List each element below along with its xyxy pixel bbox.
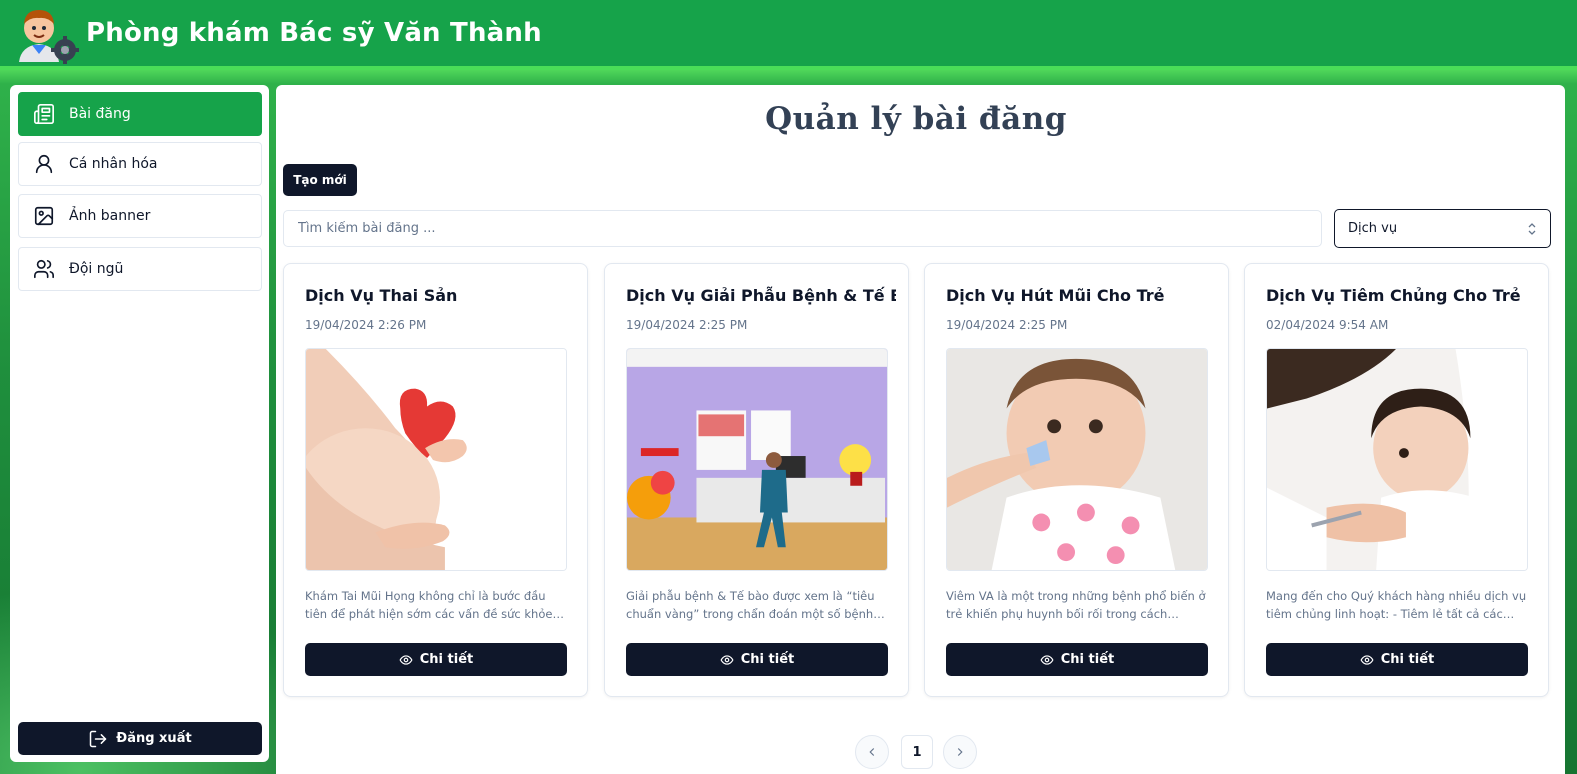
sidebar-item-team[interactable]: Đội ngũ <box>18 247 262 291</box>
post-date: 19/04/2024 2:25 PM <box>626 318 748 332</box>
sidebar-item-label: Ảnh banner <box>69 208 151 224</box>
doctor-logo-icon <box>15 4 79 66</box>
app-header: Phòng khám Bác sỹ Văn Thành <box>0 0 1577 70</box>
post-title: Dịch Vụ Giải Phẫu Bệnh & Tế Bào <box>626 286 896 305</box>
detail-button[interactable]: Chi tiết <box>626 643 888 676</box>
users-icon <box>34 259 54 279</box>
post-excerpt: Mang đến cho Quý khách hàng nhiều dịch v… <box>1266 589 1527 621</box>
sidebar-item-label: Bài đăng <box>69 106 131 122</box>
post-date: 19/04/2024 2:25 PM <box>946 318 1068 332</box>
post-title: Dịch Vụ Tiêm Chủng Cho Trẻ <box>1266 286 1521 305</box>
detail-label: Chi tiết <box>1380 652 1435 667</box>
detail-label: Chi tiết <box>1060 652 1115 667</box>
post-title: Dịch Vụ Hút Mũi Cho Trẻ <box>946 286 1165 305</box>
main-panel: Quản lý bài đăng Tạo mới Dịch vụ Dịch Vụ… <box>276 85 1565 774</box>
detail-label: Chi tiết <box>419 652 474 667</box>
post-card: Dịch Vụ Giải Phẫu Bệnh & Tế Bào 19/04/20… <box>604 263 909 697</box>
post-card: Dịch Vụ Hút Mũi Cho Trẻ 19/04/2024 2:25 … <box>924 263 1229 697</box>
post-date: 02/04/2024 9:54 AM <box>1266 318 1389 332</box>
eye-icon <box>720 654 734 665</box>
chevron-up-down-icon <box>1528 223 1536 235</box>
page-number-button[interactable]: 1 <box>901 735 933 769</box>
sidebar-item-personalize[interactable]: Cá nhân hóa <box>18 142 262 186</box>
eye-icon <box>399 654 413 665</box>
post-excerpt: Giải phẫu bệnh & Tế bào được xem là “tiê… <box>626 589 875 621</box>
post-date: 19/04/2024 2:26 PM <box>305 318 427 332</box>
sidebar-item-label: Đội ngũ <box>69 261 124 277</box>
eye-icon <box>1360 654 1374 665</box>
category-select[interactable]: Dịch vụ <box>1334 209 1551 248</box>
sidebar: Bài đăng Cá nhân hóa Ảnh banner Đội ngũ … <box>10 85 269 762</box>
user-icon <box>35 154 53 174</box>
sidebar-item-label: Cá nhân hóa <box>69 156 158 172</box>
logout-label: Đăng xuất <box>116 731 192 746</box>
detail-button[interactable]: Chi tiết <box>1266 643 1528 676</box>
post-card: Dịch Vụ Thai Sản 19/04/2024 2:26 PM Khám… <box>283 263 588 697</box>
image-icon <box>34 206 54 226</box>
post-image-child-vaccination <box>1266 348 1528 571</box>
search-input[interactable] <box>283 210 1322 247</box>
detail-button[interactable]: Chi tiết <box>946 643 1208 676</box>
post-card: Dịch Vụ Tiêm Chủng Cho Trẻ 02/04/2024 9:… <box>1244 263 1549 697</box>
detail-label: Chi tiết <box>740 652 795 667</box>
chevron-left-icon <box>869 748 875 756</box>
next-page-button[interactable] <box>943 735 977 769</box>
category-select-value: Dịch vụ <box>1348 221 1398 236</box>
sidebar-item-banner[interactable]: Ảnh banner <box>18 194 262 238</box>
eye-icon <box>1040 654 1054 665</box>
prev-page-button[interactable] <box>855 735 889 769</box>
post-excerpt: Khám Tai Mũi Họng không chỉ là bước đầu … <box>305 589 557 621</box>
post-excerpt: Viêm VA là một trong những bệnh phổ biến… <box>946 589 1206 621</box>
post-image-pathology-lab <box>626 348 888 571</box>
page-title: Quản lý bài đăng <box>765 101 1067 137</box>
chevron-right-icon <box>957 748 963 756</box>
newspaper-icon <box>34 104 54 124</box>
logout-button[interactable]: Đăng xuất <box>18 722 262 755</box>
post-title: Dịch Vụ Thai Sản <box>305 286 458 305</box>
clinic-name: Phòng khám Bác sỹ Văn Thành <box>86 18 542 48</box>
sidebar-item-posts[interactable]: Bài đăng <box>18 92 262 136</box>
create-post-button[interactable]: Tạo mới <box>283 164 357 196</box>
post-image-pregnancy <box>305 348 567 571</box>
post-image-baby-nasal <box>946 348 1208 571</box>
detail-button[interactable]: Chi tiết <box>305 643 567 676</box>
logout-icon <box>90 730 107 747</box>
